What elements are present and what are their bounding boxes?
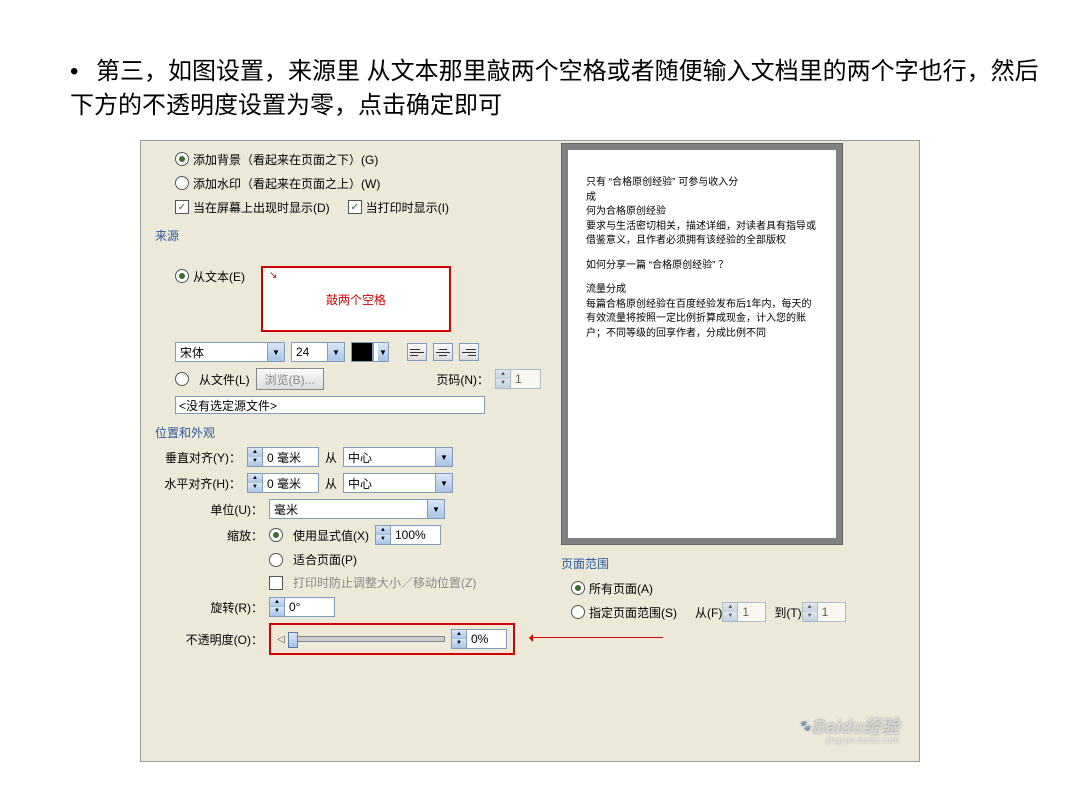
label-from-text: 从文本(E) (193, 268, 245, 285)
halign-from-combo[interactable]: 中心▼ (343, 473, 453, 493)
halign-spinner[interactable]: ▲▼ 0 毫米 (247, 473, 319, 493)
page-spinner[interactable]: ▲▼ 1 (495, 369, 541, 389)
label-show-screen: 当在屏幕上出现时显示(D) (193, 199, 330, 216)
label-range-from: 从(F) (695, 604, 722, 621)
radio-from-text[interactable] (175, 269, 189, 283)
radio-add-background[interactable] (175, 152, 189, 166)
radio-all-pages[interactable] (571, 581, 585, 595)
preview-pane: 只有 “合格原创经验” 可参与收入分 成 何为合格原创经验 要求与生活密切相关，… (561, 143, 843, 545)
preview-document: 只有 “合格原创经验” 可参与收入分 成 何为合格原创经验 要求与生活密切相关，… (568, 150, 836, 538)
checkbox-show-print[interactable] (348, 200, 362, 214)
label-from-file: 从文件(L) (199, 371, 250, 388)
align-right-button[interactable] (459, 343, 479, 361)
label-rotate: 旋转(R)： (161, 599, 263, 616)
align-left-button[interactable] (407, 343, 427, 361)
radio-fit-page[interactable] (269, 553, 283, 567)
rotate-spinner[interactable]: ▲▼ 0° (269, 597, 335, 617)
opacity-highlight: ◁ ▲▼ 0% (269, 623, 515, 655)
label-add-background: 添加背景（看起来在页面之下）(G) (193, 151, 378, 168)
label-page-no: 页码(N)： (436, 371, 489, 388)
arrow-icon: ↘ (269, 270, 277, 281)
section-page-range: 页面范围 (561, 555, 901, 572)
opacity-slider[interactable] (291, 636, 445, 642)
valign-spinner[interactable]: ▲▼ 0 毫米 (247, 447, 319, 467)
baidu-watermark: 🐾 Baidu经验 jingyan.baidu.com (799, 718, 899, 745)
label-from-1: 从 (325, 449, 337, 466)
range-from-spinner[interactable]: ▲▼ 1 (722, 602, 766, 622)
label-spec-range: 指定页面范围(S) (589, 604, 677, 621)
text-input-highlight: 敲两个空格 (261, 266, 451, 332)
font-name-combo[interactable]: 宋体▼ (175, 342, 285, 362)
radio-from-file[interactable] (175, 372, 189, 386)
label-lock: 打印时防止调整大小／移动位置(Z) (293, 574, 476, 591)
label-fit-page: 适合页面(P) (293, 551, 357, 568)
hint-text: 敲两个空格 (326, 291, 386, 308)
label-valign: 垂直对齐(Y)： (161, 449, 241, 466)
label-halign: 水平对齐(H)： (161, 475, 241, 492)
instruction-text: •第三，如图设置，来源里 从文本那里敲两个空格或者随便输入文档里的两个字也行，然… (70, 55, 1040, 122)
range-to-spinner[interactable]: ▲▼ 1 (802, 602, 846, 622)
section-source: 来源 (155, 227, 541, 244)
label-from-2: 从 (325, 475, 337, 492)
annotation-arrow (533, 637, 663, 638)
unit-combo[interactable]: 毫米▼ (269, 499, 445, 519)
dialog-screenshot: 添加背景（看起来在页面之下）(G) 添加水印（看起来在页面之上）(W) 当在屏幕… (140, 140, 920, 762)
valign-from-combo[interactable]: 中心▼ (343, 447, 453, 467)
radio-use-explicit[interactable] (269, 528, 283, 542)
label-add-watermark: 添加水印（看起来在页面之上）(W) (193, 175, 380, 192)
label-all-pages: 所有页面(A) (589, 580, 653, 597)
font-size-combo[interactable]: 24▼ (291, 342, 345, 362)
color-picker[interactable]: ▼ (351, 342, 389, 362)
scale-spinner[interactable]: ▲▼ 100% (375, 525, 441, 545)
radio-spec-range[interactable] (571, 605, 585, 619)
label-range-to: 到(T) (774, 604, 801, 621)
align-center-button[interactable] (433, 343, 453, 361)
opacity-spinner[interactable]: ▲▼ 0% (451, 629, 507, 649)
source-file-display: <没有选定源文件> (175, 396, 485, 414)
label-unit: 单位(U)： (161, 501, 263, 518)
label-opacity: 不透明度(O)： (161, 631, 263, 648)
radio-add-watermark[interactable] (175, 176, 189, 190)
checkbox-lock[interactable] (269, 576, 283, 590)
browse-button[interactable]: 浏览(B)... (256, 368, 324, 390)
label-show-print: 当打印时显示(I) (366, 199, 449, 216)
checkbox-show-screen[interactable] (175, 200, 189, 214)
label-use-explicit: 使用显式值(X) (293, 527, 369, 544)
section-appearance: 位置和外观 (155, 424, 541, 441)
label-scale: 缩放： (161, 527, 263, 544)
